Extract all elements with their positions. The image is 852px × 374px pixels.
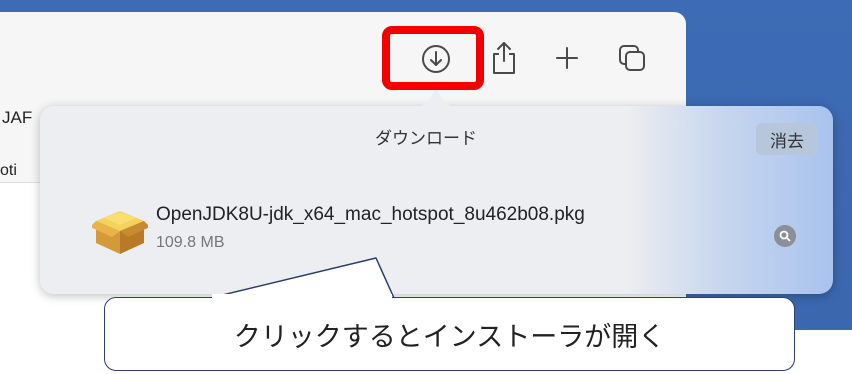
package-icon (92, 211, 148, 254)
magnifier-icon (779, 230, 791, 242)
tab-overview-icon (619, 45, 645, 71)
popover-title: ダウンロード (375, 129, 477, 148)
file-name: OpenJDK8U-jdk_x64_mac_hotspot_8u462b08.p… (156, 204, 585, 225)
callout-tail-join (212, 294, 392, 302)
file-size: 109.8 MB (156, 234, 225, 251)
reveal-in-finder-button[interactable] (774, 225, 796, 247)
new-tab-button[interactable] (549, 40, 585, 76)
share-icon (493, 42, 515, 74)
plus-icon (556, 47, 578, 69)
highlight-box (382, 26, 484, 90)
share-button[interactable] (486, 40, 522, 76)
callout: クリックするとインストーラが開く (104, 297, 795, 371)
clear-button[interactable]: 消去 (756, 123, 818, 155)
tab-overview-button[interactable] (614, 40, 650, 76)
partial-text: oti (0, 162, 17, 179)
